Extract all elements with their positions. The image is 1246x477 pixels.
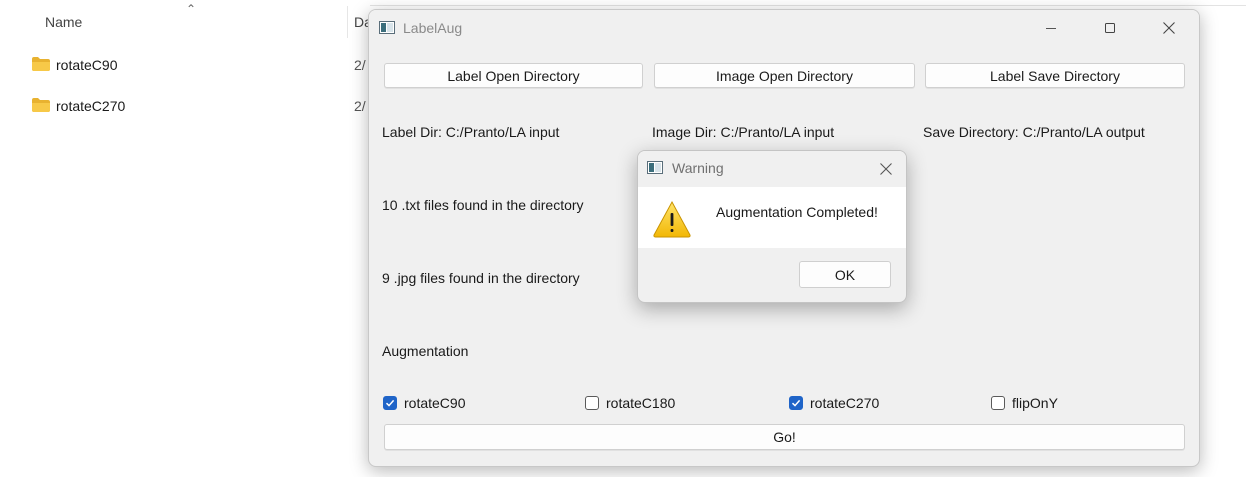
- checkbox-label: rotateC180: [606, 395, 676, 411]
- checkbox-label: flipOnY: [1012, 395, 1058, 411]
- checkbox-rotatec270[interactable]: rotateC270: [789, 393, 879, 413]
- ok-button[interactable]: OK: [799, 261, 891, 288]
- label-dir-path: Label Dir: C:/Pranto/LA input: [382, 124, 560, 140]
- app-icon: [647, 161, 663, 174]
- checkmark-icon: [791, 399, 801, 407]
- maximize-icon: [1105, 23, 1115, 33]
- txt-file-count: 10 .txt files found in the directory: [382, 197, 584, 213]
- checkbox-label: rotateC90: [404, 395, 466, 411]
- minimize-icon: [1046, 28, 1056, 29]
- dialog-title: Warning: [672, 160, 724, 176]
- save-dir-path: Save Directory: C:/Pranto/LA output: [923, 124, 1145, 140]
- header-divider: [370, 5, 1246, 6]
- checkbox-rotatec90[interactable]: rotateC90: [383, 393, 465, 413]
- file-row[interactable]: rotateC90 2/: [30, 54, 370, 78]
- go-button[interactable]: Go!: [384, 424, 1185, 450]
- checkmark-icon: [385, 399, 395, 407]
- checkbox-fliponY[interactable]: flipOnY: [991, 393, 1058, 413]
- checkbox-box[interactable]: [991, 396, 1005, 410]
- window-titlebar[interactable]: LabelAug: [369, 10, 1199, 46]
- maximize-button[interactable]: [1087, 10, 1133, 46]
- file-name: rotateC270: [56, 98, 126, 114]
- window-title: LabelAug: [403, 20, 463, 36]
- augmentation-heading: Augmentation: [382, 343, 469, 359]
- image-open-directory-button[interactable]: Image Open Directory: [654, 63, 915, 88]
- checkbox-box[interactable]: [789, 396, 803, 410]
- close-icon: [880, 163, 892, 175]
- folder-icon: [32, 98, 50, 112]
- app-icon: [379, 21, 395, 34]
- close-icon: [1163, 22, 1175, 34]
- dialog-close-button[interactable]: [876, 159, 896, 179]
- close-button[interactable]: [1146, 10, 1192, 46]
- sort-ascending-icon: ⌃: [186, 2, 197, 16]
- checkbox-box[interactable]: [585, 396, 599, 410]
- warning-icon: [653, 200, 691, 238]
- dialog-titlebar[interactable]: Warning: [638, 151, 906, 187]
- warning-dialog: Warning Augmentation Completed! OK: [637, 150, 907, 303]
- label-open-directory-button[interactable]: Label Open Directory: [384, 63, 643, 88]
- file-name: rotateC90: [56, 57, 118, 73]
- dialog-message: Augmentation Completed!: [716, 204, 878, 220]
- label-save-directory-button[interactable]: Label Save Directory: [925, 63, 1185, 88]
- file-date: 2/: [354, 57, 366, 73]
- checkbox-box[interactable]: [383, 396, 397, 410]
- file-date: 2/: [354, 98, 366, 114]
- jpg-file-count: 9 .jpg files found in the directory: [382, 270, 580, 286]
- file-row[interactable]: rotateC270 2/: [30, 95, 370, 119]
- folder-icon: [32, 57, 50, 71]
- minimize-button[interactable]: [1028, 10, 1074, 46]
- checkbox-rotatec180[interactable]: rotateC180: [585, 393, 675, 413]
- image-dir-path: Image Dir: C:/Pranto/LA input: [652, 124, 835, 140]
- dialog-body: Augmentation Completed!: [638, 187, 906, 248]
- checkbox-label: rotateC270: [810, 395, 880, 411]
- column-divider[interactable]: [347, 6, 348, 38]
- column-name-header[interactable]: Name: [45, 14, 82, 30]
